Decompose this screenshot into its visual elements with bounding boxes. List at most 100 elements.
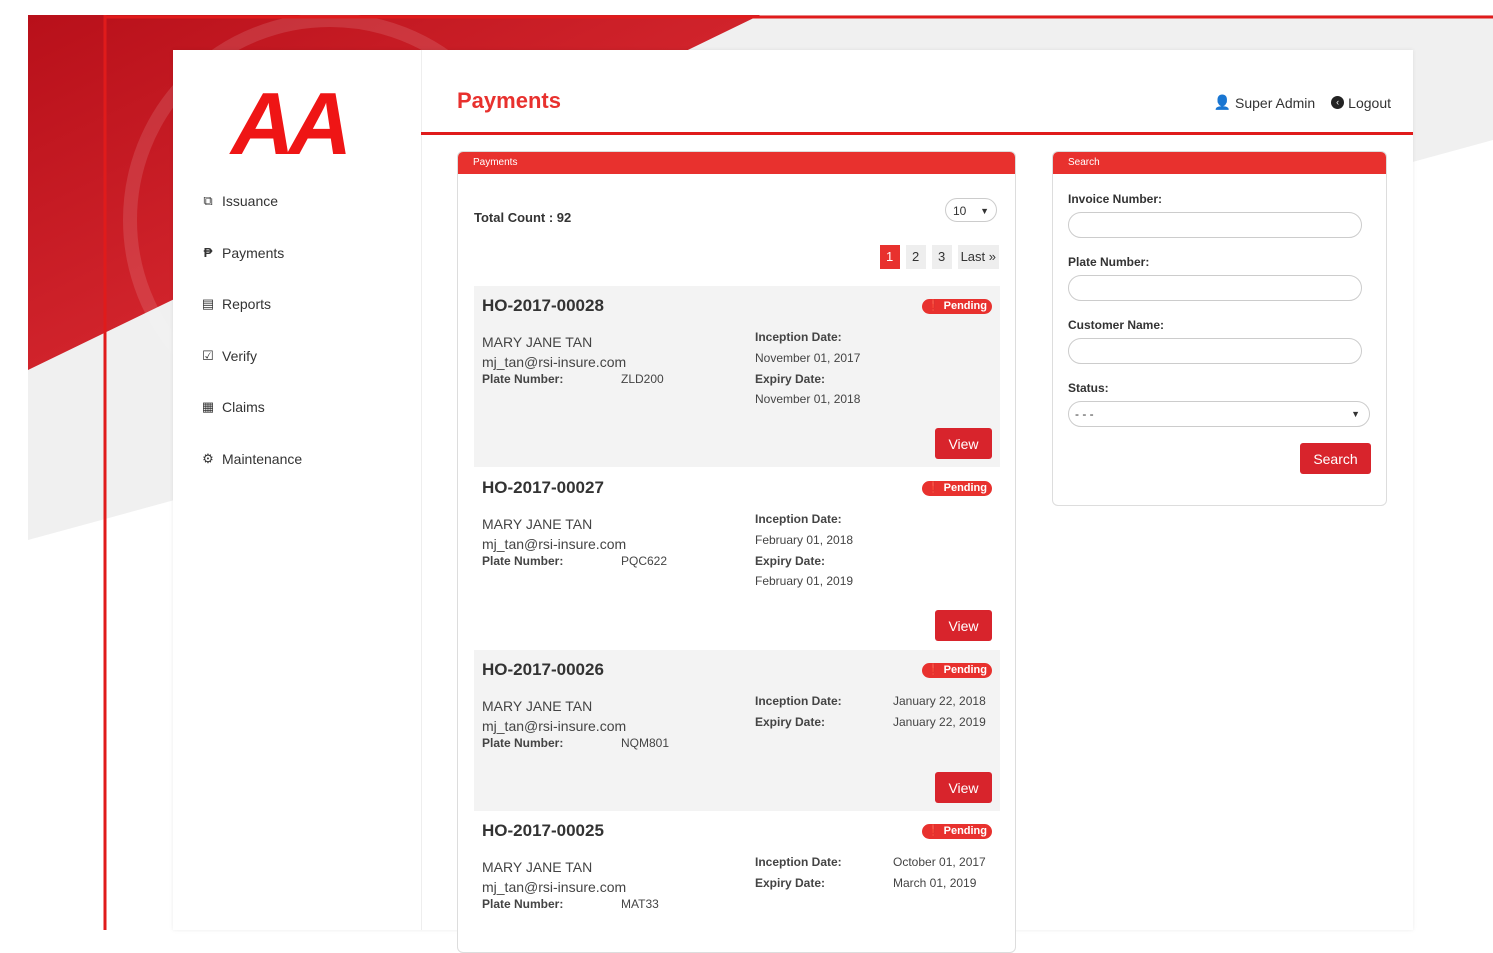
inception-value: November 01, 2017 xyxy=(755,351,861,365)
sidebar-item-maintenance[interactable]: ⚙ Maintenance xyxy=(200,448,302,470)
user-area: 👤 Super Admin ‹ Logout xyxy=(1214,94,1391,111)
customer-email: mj_tan@rsi-insure.com xyxy=(482,536,627,552)
status-label: Status: xyxy=(1068,381,1109,395)
plate-number-label: Plate Number: xyxy=(1068,255,1150,269)
brand-logo[interactable]: AA xyxy=(231,80,352,168)
inception-value: October 01, 2017 xyxy=(893,855,986,869)
alert-icon: ❗ xyxy=(926,300,941,312)
page-1[interactable]: 1 xyxy=(879,245,900,269)
logout-label: Logout xyxy=(1348,94,1391,111)
search-button[interactable]: Search xyxy=(1300,443,1371,474)
expiry-value: November 01, 2018 xyxy=(755,392,861,406)
plate-label: Plate Number: xyxy=(482,372,564,386)
pagination: 1 2 3 Last » xyxy=(879,245,999,269)
sidebar-item-claims[interactable]: ▦ Claims xyxy=(200,396,302,418)
inception-label: Inception Date: xyxy=(755,330,842,344)
logout-link[interactable]: ‹ Logout xyxy=(1331,94,1391,111)
inception-label: Inception Date: xyxy=(755,694,842,708)
page-3[interactable]: 3 xyxy=(931,245,952,269)
payment-card: HO-2017-00025 ❗ Pending MARY JANE TAN mj… xyxy=(474,811,1000,952)
plate-label: Plate Number: xyxy=(482,897,564,911)
per-page-value: 10 xyxy=(953,204,967,218)
invoice-number: HO-2017-00028 xyxy=(482,296,604,315)
expiry-label: Expiry Date: xyxy=(755,876,826,890)
status-text: Pending xyxy=(943,300,987,312)
user-icon: 👤 xyxy=(1213,94,1231,110)
per-page-select[interactable]: 10 ▼ xyxy=(945,198,997,222)
view-button[interactable]: View xyxy=(935,772,992,803)
check-square-icon: ☑ xyxy=(202,347,214,363)
sidebar-item-label: Claims xyxy=(222,399,265,416)
page-header: Payments 👤 Super Admin ‹ Logout xyxy=(421,50,1413,135)
customer-name-label: Customer Name: xyxy=(1068,318,1165,332)
customer-name-input[interactable] xyxy=(1068,338,1362,364)
user-name: Super Admin xyxy=(1235,94,1316,111)
plate-value: ZLD200 xyxy=(621,372,664,386)
expiry-value: February 01, 2019 xyxy=(755,574,854,588)
gears-icon: ⚙ xyxy=(202,450,214,466)
back-arrow-icon: ‹ xyxy=(1331,96,1345,109)
status-badge: ❗ Pending xyxy=(921,824,992,839)
alert-icon: ❗ xyxy=(926,482,941,494)
document-icon: ▤ xyxy=(201,296,215,312)
inception-label: Inception Date: xyxy=(755,512,842,526)
status-select-value: - - - xyxy=(1075,407,1094,421)
invoice-number: HO-2017-00027 xyxy=(482,478,604,497)
customer-email: mj_tan@rsi-insure.com xyxy=(482,354,627,370)
plate-number-input[interactable] xyxy=(1068,275,1362,301)
expiry-value: January 22, 2019 xyxy=(893,715,986,729)
payment-card: HO-2017-00027 ❗ Pending MARY JANE TAN mj… xyxy=(474,468,1000,649)
customer-name: MARY JANE TAN xyxy=(482,516,593,532)
alert-icon: ❗ xyxy=(926,825,941,837)
expiry-label: Expiry Date: xyxy=(755,372,826,386)
payments-panel-heading: Payments xyxy=(458,152,1015,174)
sidebar-item-verify[interactable]: ☑ Verify xyxy=(200,345,302,367)
app-frame: AA ⧉ Issuance ₱ Payments ▤ Reports ☑ Ver… xyxy=(173,50,1413,953)
status-text: Pending xyxy=(943,825,987,837)
plate-value: MAT33 xyxy=(621,897,659,911)
caret-down-icon: ▼ xyxy=(980,206,989,216)
search-panel: Search Invoice Number: Plate Number: Cus… xyxy=(1052,151,1387,506)
customer-email: mj_tan@rsi-insure.com xyxy=(482,718,627,734)
search-panel-heading: Search xyxy=(1053,152,1386,174)
sidebar-item-payments[interactable]: ₱ Payments xyxy=(200,242,302,264)
plate-value: NQM801 xyxy=(621,736,670,750)
peso-icon: ₱ xyxy=(203,245,213,261)
view-button[interactable]: View xyxy=(935,610,992,641)
user-menu[interactable]: 👤 Super Admin xyxy=(1214,94,1316,111)
expiry-value: March 01, 2019 xyxy=(893,876,977,890)
status-select[interactable]: - - - ▼ xyxy=(1068,401,1370,427)
inception-value: January 22, 2018 xyxy=(893,694,986,708)
payment-card: HO-2017-00026 ❗ Pending MARY JANE TAN mj… xyxy=(474,650,1000,811)
caret-down-icon: ▼ xyxy=(1351,409,1360,419)
payment-card: HO-2017-00028 ❗ Pending MARY JANE TAN mj… xyxy=(474,286,1000,467)
sidebar-nav: ⧉ Issuance ₱ Payments ▤ Reports ☑ Verify… xyxy=(200,190,302,500)
status-badge: ❗ Pending xyxy=(921,481,992,496)
total-count: Total Count : 92 xyxy=(474,210,572,225)
sidebar-item-label: Reports xyxy=(222,296,272,313)
copy-icon: ⧉ xyxy=(203,193,213,208)
plate-label: Plate Number: xyxy=(482,736,564,750)
sidebar-item-reports[interactable]: ▤ Reports xyxy=(200,293,302,315)
sidebar: AA ⧉ Issuance ₱ Payments ▤ Reports ☑ Ver… xyxy=(173,50,422,930)
invoice-number-input[interactable] xyxy=(1068,212,1362,238)
status-badge: ❗ Pending xyxy=(921,299,992,314)
sidebar-item-issuance[interactable]: ⧉ Issuance xyxy=(200,190,302,212)
page-last[interactable]: Last » xyxy=(957,245,999,269)
sidebar-item-label: Maintenance xyxy=(222,450,303,467)
status-badge: ❗ Pending xyxy=(921,663,992,678)
page-title: Payments xyxy=(457,88,561,113)
inception-value: February 01, 2018 xyxy=(755,533,854,547)
status-text: Pending xyxy=(943,482,987,494)
view-button[interactable]: View xyxy=(935,428,992,459)
invoice-number: HO-2017-00026 xyxy=(482,660,604,679)
payments-panel: Payments Total Count : 92 10 ▼ 1 2 3 Las… xyxy=(457,151,1016,953)
sidebar-item-label: Issuance xyxy=(222,193,279,209)
alert-icon: ❗ xyxy=(926,664,941,676)
page-2[interactable]: 2 xyxy=(905,245,926,269)
sidebar-item-label: Verify xyxy=(222,347,258,364)
customer-email: mj_tan@rsi-insure.com xyxy=(482,879,627,895)
invoice-number: HO-2017-00025 xyxy=(482,821,604,840)
customer-name: MARY JANE TAN xyxy=(482,334,593,350)
invoice-number-label: Invoice Number: xyxy=(1068,192,1163,206)
